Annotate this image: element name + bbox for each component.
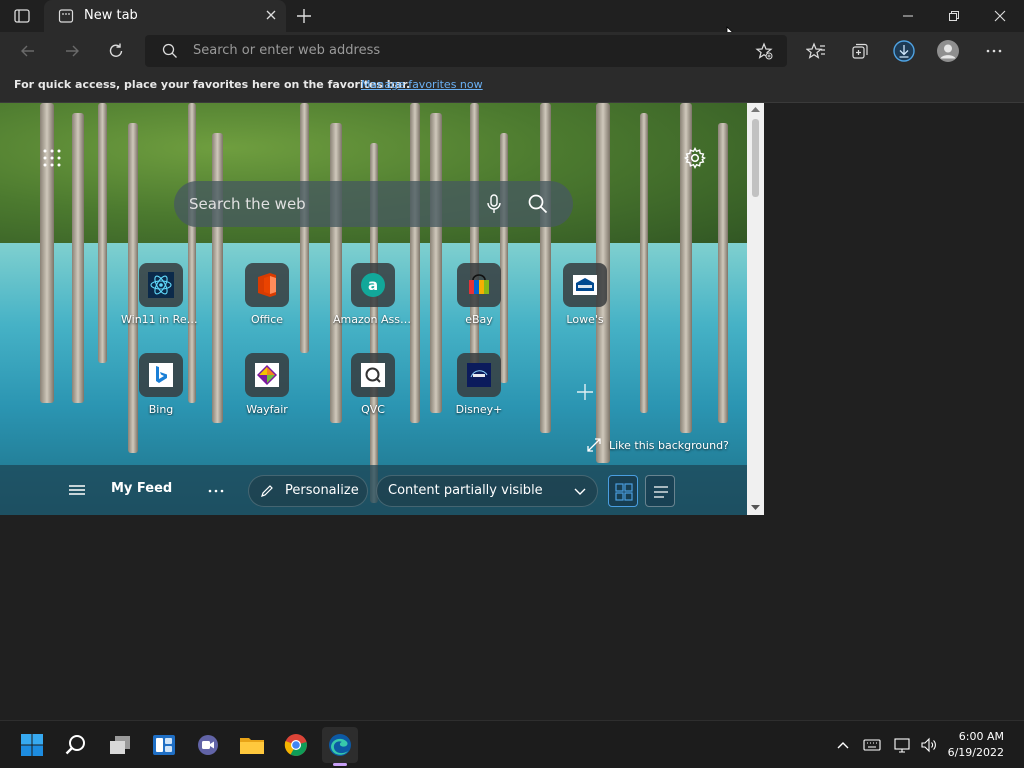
quick-link-label: Bing — [148, 403, 174, 416]
amazon-icon: a — [351, 263, 395, 307]
react-icon — [139, 263, 183, 307]
grid-layout-icon — [615, 483, 633, 501]
add-favorite-icon[interactable] — [755, 42, 773, 64]
search-icon — [162, 43, 178, 63]
grid-layout-button[interactable] — [608, 475, 638, 507]
manage-favorites-link[interactable]: Manage favorites now — [361, 78, 483, 91]
bing-icon — [139, 353, 183, 397]
pencil-icon — [261, 485, 273, 497]
search-icon[interactable] — [58, 727, 94, 763]
restore-button[interactable] — [931, 0, 977, 32]
web-search-placeholder: Search the web — [189, 195, 306, 213]
ebay-icon — [457, 263, 501, 307]
list-layout-button[interactable] — [645, 475, 675, 507]
web-search-box[interactable]: Search the web — [174, 181, 573, 227]
favorites-bar-message: For quick access, place your favorites h… — [14, 78, 411, 91]
quick-link-tile[interactable]: Office — [227, 263, 307, 326]
svg-text:a: a — [368, 276, 378, 294]
new-tab-page: Search the web Win11 in React Office a A… — [0, 103, 747, 515]
widgets-icon[interactable] — [146, 727, 182, 763]
chevron-down-icon — [574, 488, 586, 495]
menu-icon[interactable] — [68, 482, 86, 502]
apps-launcher-icon[interactable] — [42, 148, 62, 172]
tab-actions-icon[interactable] — [12, 6, 36, 26]
collections-button[interactable] — [844, 35, 876, 67]
feed-bar: My Feed Personalize Content partially vi… — [0, 465, 747, 515]
tab-title: New tab — [84, 8, 138, 23]
forward-button[interactable] — [56, 35, 88, 67]
minimize-button[interactable] — [885, 0, 931, 32]
edge-icon[interactable] — [322, 727, 358, 763]
content-visibility-dropdown[interactable]: Content partially visible — [376, 475, 598, 507]
taskbar: 6:00 AM 6/19/2022 — [0, 720, 1024, 768]
address-placeholder: Search or enter web address — [193, 43, 381, 58]
newtab-favicon-icon — [58, 8, 74, 28]
scrollbar-thumb[interactable] — [752, 119, 759, 197]
office-icon — [245, 263, 289, 307]
expand-icon — [587, 438, 601, 452]
personalize-button[interactable]: Personalize — [248, 475, 368, 507]
address-bar[interactable]: Search or enter web address — [145, 35, 787, 67]
personalize-label: Personalize — [285, 483, 359, 498]
quick-link-tile[interactable]: Wayfair — [227, 353, 307, 416]
start-icon[interactable] — [14, 727, 50, 763]
favorites-bar: For quick access, place your favorites h… — [0, 70, 1024, 103]
quick-link-label: Wayfair — [246, 403, 288, 416]
quick-link-label: eBay — [465, 313, 493, 326]
close-tab-icon[interactable] — [263, 7, 279, 23]
my-feed-tab[interactable]: My Feed — [111, 481, 172, 496]
like-background-label: Like this background? — [609, 438, 729, 452]
edge-active-indicator — [333, 763, 347, 766]
downloads-button[interactable] — [888, 35, 920, 67]
quick-link-tile[interactable]: Bing — [121, 353, 201, 416]
content-visibility-label: Content partially visible — [388, 483, 543, 498]
feed-more-icon[interactable] — [207, 483, 225, 502]
chrome-icon[interactable] — [278, 727, 314, 763]
qvc-icon — [351, 353, 395, 397]
quick-link-label: Amazon Assi... — [333, 313, 413, 326]
disney-icon — [457, 353, 501, 397]
like-background-link[interactable]: Like this background? — [587, 438, 729, 452]
search-icon[interactable] — [528, 194, 548, 218]
profile-avatar[interactable] — [932, 35, 964, 67]
quick-link-tile[interactable]: a Amazon Assi... — [333, 263, 413, 326]
back-button[interactable] — [12, 35, 44, 67]
system-clock[interactable]: 6:00 AM 6/19/2022 — [948, 729, 1004, 761]
clock-date: 6/19/2022 — [947, 746, 1004, 759]
quick-link-tile[interactable]: eBay — [439, 263, 519, 326]
microphone-icon[interactable] — [486, 194, 502, 218]
page-scrollbar[interactable] — [747, 103, 764, 515]
title-bar: New tab — [0, 0, 1024, 44]
keyboard-icon[interactable] — [856, 727, 888, 763]
lowes-icon — [563, 263, 607, 307]
file-explorer-icon[interactable] — [234, 727, 270, 763]
quick-link-tile[interactable]: QVC — [333, 353, 413, 416]
tab-new-tab[interactable]: New tab — [44, 0, 286, 32]
quick-link-label: Win11 in React — [121, 313, 201, 326]
volume-icon[interactable] — [914, 727, 944, 763]
chevron-up-icon[interactable] — [826, 727, 860, 763]
refresh-button[interactable] — [100, 35, 132, 67]
list-layout-icon — [654, 486, 668, 498]
quick-link-label: Disney+ — [455, 403, 503, 416]
close-window-button[interactable] — [977, 0, 1023, 32]
task-view-icon[interactable] — [102, 727, 138, 763]
clock-time: 6:00 AM — [958, 730, 1004, 743]
favorites-button[interactable] — [800, 35, 832, 67]
quick-link-tile[interactable]: Lowe's — [545, 263, 625, 326]
new-tab-icon[interactable] — [294, 6, 314, 26]
quick-link-tile[interactable]: Win11 in React — [121, 263, 201, 326]
scroll-down-icon[interactable] — [751, 504, 760, 511]
teams-chat-icon[interactable] — [190, 727, 226, 763]
quick-link-label: QVC — [361, 403, 385, 416]
quick-link-label: Lowe's — [566, 313, 604, 326]
scroll-up-icon[interactable] — [751, 106, 760, 113]
page-settings-icon[interactable] — [684, 147, 706, 173]
navigation-bar: Search or enter web address — [0, 32, 1024, 70]
add-shortcut-icon[interactable] — [574, 381, 596, 407]
quick-link-tile[interactable]: Disney+ — [439, 353, 519, 416]
quick-link-label: Office — [250, 313, 284, 326]
wayfair-icon — [245, 353, 289, 397]
more-options-icon[interactable] — [978, 35, 1010, 67]
